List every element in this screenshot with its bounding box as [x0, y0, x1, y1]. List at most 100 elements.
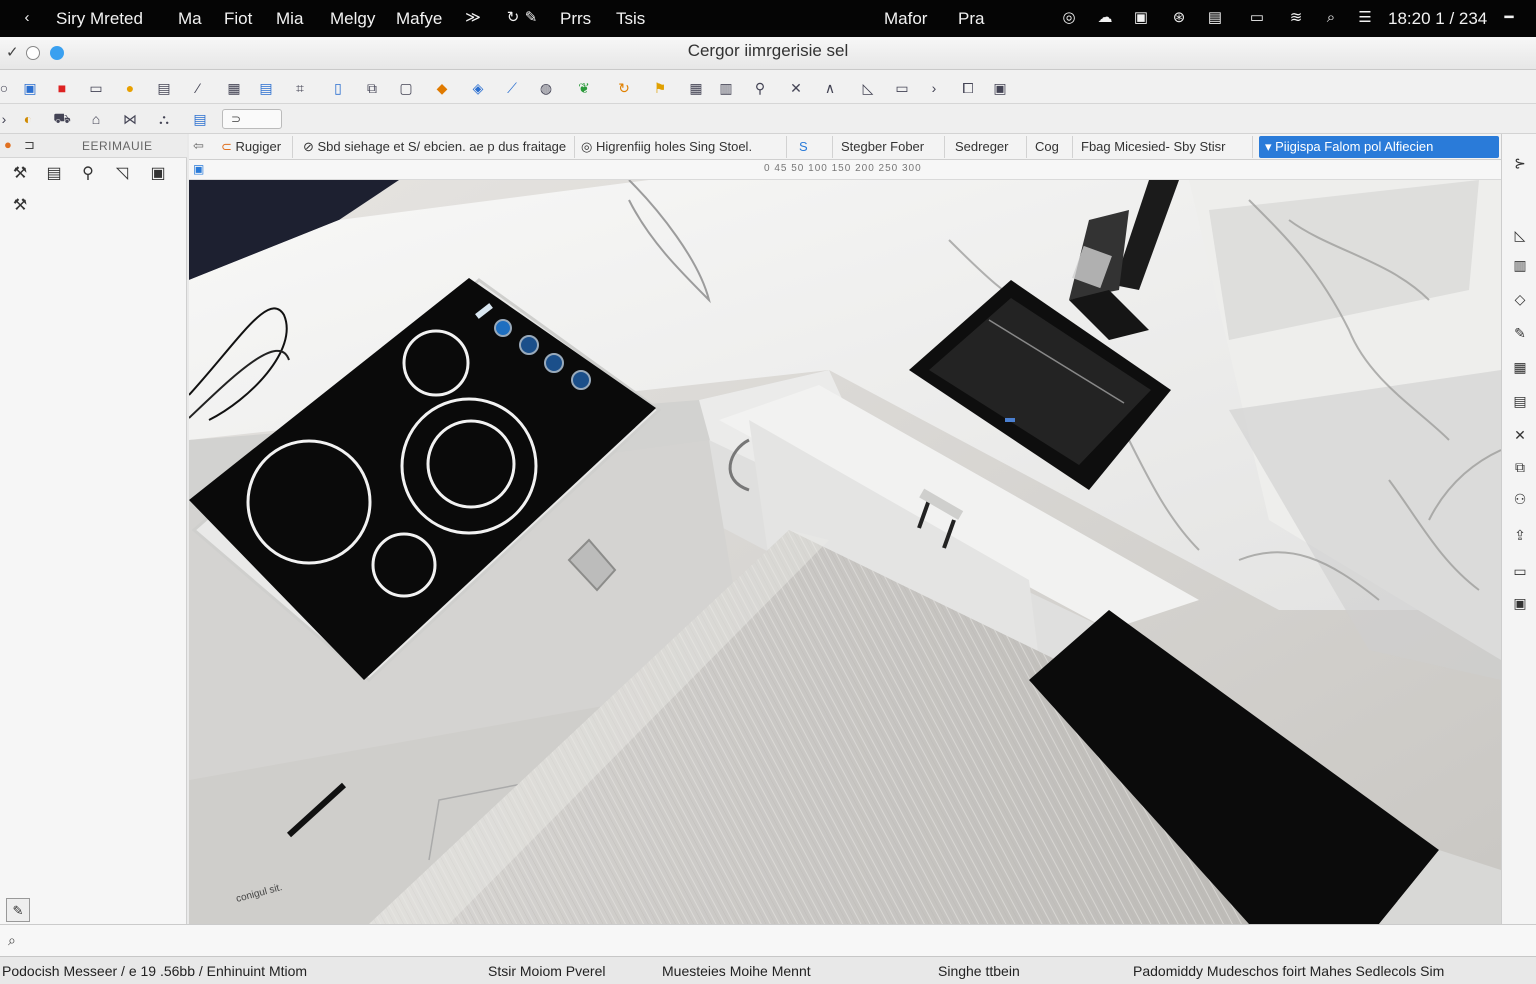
- clipboard-icon[interactable]: ▤: [188, 107, 212, 131]
- script-icon[interactable]: ≫: [464, 9, 482, 27]
- menu-item-1[interactable]: Ma: [178, 9, 202, 29]
- tab-2[interactable]: ⊘ Sbd siehage et S/ ebcien. ae p dus fra…: [297, 136, 575, 158]
- record-icon[interactable]: ■: [50, 76, 74, 100]
- clock[interactable]: 18:20 1 / 234: [1388, 9, 1487, 29]
- diamond-icon[interactable]: ◇: [1509, 288, 1531, 310]
- command-bar[interactable]: ⌕: [0, 924, 1536, 956]
- link-field[interactable]: ⊃: [222, 109, 282, 129]
- status-circle-icon[interactable]: ◎: [1060, 9, 1078, 27]
- render-viewport[interactable]: conigul sit.: [189, 180, 1501, 924]
- kitchen-render: conigul sit.: [189, 180, 1501, 924]
- image-icon[interactable]: ▣: [146, 162, 170, 186]
- page-icon[interactable]: ▤: [1509, 390, 1531, 412]
- pen-icon[interactable]: ✎: [522, 9, 540, 27]
- collapse-icon[interactable]: ⊱: [1509, 152, 1531, 174]
- back-icon[interactable]: ⇦: [193, 138, 204, 154]
- ruler-icon[interactable]: ▣: [193, 162, 204, 176]
- car-icon[interactable]: ⛟: [50, 107, 74, 131]
- scene-icon[interactable]: ⛬: [152, 107, 176, 131]
- leaf-icon[interactable]: ❦: [572, 76, 596, 100]
- menu-item-right-1[interactable]: Mafor: [884, 9, 927, 29]
- tab-9-active[interactable]: ▾ Piigispa Falom pol Alfiecien: [1259, 136, 1499, 158]
- panel-icon[interactable]: ▤: [254, 76, 278, 100]
- menu-item-5[interactable]: Mafye: [396, 9, 442, 29]
- app-menu[interactable]: Siry Mreted: [56, 9, 143, 29]
- building-icon[interactable]: ⌂: [84, 107, 108, 131]
- picture-icon[interactable]: ▣: [1509, 592, 1531, 614]
- share-icon[interactable]: ⇪: [1509, 524, 1531, 546]
- globe-icon[interactable]: ◍: [534, 76, 558, 100]
- flag-icon[interactable]: ⚑: [648, 76, 672, 100]
- grid-tool-icon[interactable]: ▦: [1509, 356, 1531, 378]
- peak-icon[interactable]: ∧: [818, 76, 842, 100]
- list-icon[interactable]: ☰: [1356, 9, 1374, 27]
- people-icon[interactable]: ⚇: [1509, 488, 1531, 510]
- rotate-icon[interactable]: ↻: [612, 76, 636, 100]
- menu-item-7[interactable]: Tsis: [616, 9, 645, 29]
- list-view-icon[interactable]: ▤: [42, 162, 66, 186]
- search-icon[interactable]: ⌕: [1322, 9, 1340, 27]
- tab-6[interactable]: Sedreger: [949, 136, 1027, 158]
- menu-item-2[interactable]: Fiot: [224, 9, 252, 29]
- table-icon[interactable]: ▥: [714, 76, 738, 100]
- close-x-icon[interactable]: ✕: [784, 76, 808, 100]
- tab-1[interactable]: ⊂ Rugiger: [215, 136, 293, 158]
- export-icon[interactable]: ⧠: [956, 76, 980, 100]
- grid-icon[interactable]: ▦: [684, 76, 708, 100]
- network-icon[interactable]: ⋈: [118, 107, 142, 131]
- line-icon[interactable]: ⁄: [186, 76, 210, 100]
- wifi-icon[interactable]: ≋: [1287, 9, 1305, 27]
- calendar-icon[interactable]: ▭: [1248, 9, 1266, 27]
- material-icon[interactable]: ◐: [16, 107, 40, 131]
- cloud-icon[interactable]: ☁: [1096, 9, 1114, 27]
- refresh-icon[interactable]: ↻: [504, 9, 522, 27]
- shape-icon[interactable]: ⌗: [288, 76, 312, 100]
- triangle-icon[interactable]: ◺: [856, 76, 880, 100]
- group-icon[interactable]: ⧉: [360, 76, 384, 100]
- menu-item-6[interactable]: Prrs: [560, 9, 591, 29]
- control-center-icon[interactable]: ━: [1500, 9, 1518, 27]
- doc-icon[interactable]: ▯: [326, 76, 350, 100]
- frame-icon[interactable]: ▭: [890, 76, 914, 100]
- slope-icon[interactable]: ◺: [1509, 224, 1531, 246]
- menu-item-3[interactable]: Mia: [276, 9, 303, 29]
- chevron-right-icon[interactable]: ›: [922, 76, 946, 100]
- corner-icon[interactable]: ◹: [110, 162, 134, 186]
- layer-icon[interactable]: ▤: [152, 76, 176, 100]
- arrow-icon[interactable]: ›: [0, 107, 16, 131]
- window-icon[interactable]: ▤: [1206, 9, 1224, 27]
- draw-icon[interactable]: ✎: [6, 898, 30, 922]
- command-search-icon[interactable]: ⌕: [8, 932, 16, 949]
- sync-icon[interactable]: ⊛: [1170, 9, 1188, 27]
- tab-4[interactable]: S: [793, 136, 833, 158]
- edit-icon[interactable]: ✎: [1509, 322, 1531, 344]
- tab-3[interactable]: ◎ Higrenfiig holes Sing Stoel.: [575, 136, 787, 158]
- box-icon[interactable]: ▣: [1132, 9, 1150, 27]
- menu-item-4[interactable]: Melgy: [330, 9, 375, 29]
- tools-icon[interactable]: ⚒: [8, 194, 32, 218]
- text-box-icon[interactable]: ▭: [1509, 560, 1531, 582]
- tab-5[interactable]: Stegber Fober: [835, 136, 945, 158]
- open-icon[interactable]: ▣: [18, 76, 42, 100]
- window-layout-icon[interactable]: ▣: [988, 76, 1012, 100]
- chevron-left-icon[interactable]: ‹: [18, 9, 36, 27]
- book-icon[interactable]: ▥: [1509, 254, 1531, 276]
- hammer-icon[interactable]: ⚒: [8, 162, 32, 186]
- folder-icon[interactable]: ●: [118, 76, 142, 100]
- new-icon[interactable]: ○: [0, 76, 16, 100]
- tag-icon[interactable]: ◈: [466, 76, 490, 100]
- tab-8[interactable]: Fbag Micesied- Sby Stisr: [1075, 136, 1253, 158]
- pin-icon[interactable]: ⚲: [748, 76, 772, 100]
- sheet-icon[interactable]: ▢: [394, 76, 418, 100]
- pin-dot-icon[interactable]: ●: [4, 137, 12, 152]
- monitor-icon[interactable]: ▭: [84, 76, 108, 100]
- stack-icon[interactable]: ⧉: [1509, 456, 1531, 478]
- cross-icon[interactable]: ✕: [1509, 424, 1531, 446]
- calc-icon[interactable]: ▦: [222, 76, 246, 100]
- lasso-icon[interactable]: ⚲: [76, 162, 100, 186]
- paint-icon[interactable]: ◆: [430, 76, 454, 100]
- measure-icon[interactable]: ⟋: [500, 76, 524, 100]
- expand-icon[interactable]: ⊐: [24, 137, 35, 153]
- menu-item-right-2[interactable]: Pra: [958, 9, 984, 29]
- tab-7[interactable]: Cog: [1029, 136, 1073, 158]
